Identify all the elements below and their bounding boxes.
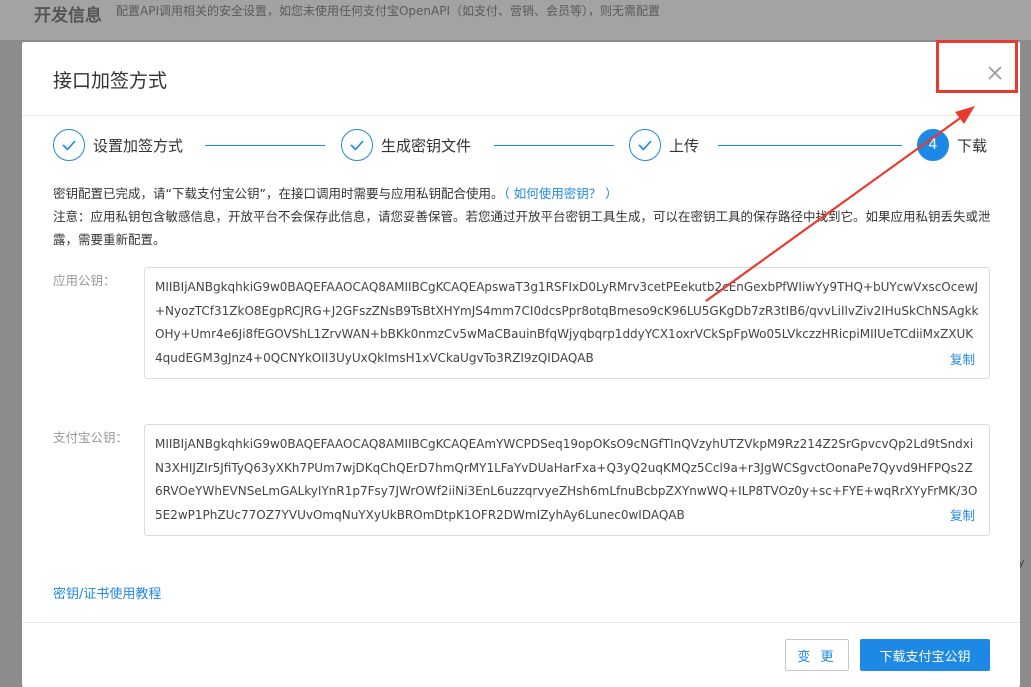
download-alipay-public-key-button[interactable]: 下载支付宝公钥: [860, 639, 990, 671]
check-circle-icon: [341, 129, 373, 161]
check-circle-icon: [53, 129, 85, 161]
step-3: 上传: [629, 129, 699, 161]
change-button[interactable]: 变 更: [785, 639, 849, 671]
check-circle-icon: [629, 129, 661, 161]
header-divider: [22, 115, 1020, 116]
copy-app-public-key-button[interactable]: 复制: [950, 349, 975, 368]
alipay-public-key-box[interactable]: MIIBIjANBgkqhkiG9w0BAQEFAAOCAQ8AMIIBCgKC…: [144, 424, 990, 536]
sign-method-modal: 接口加签方式 设置加签方式 生成密钥文件 上传 4 下载 密钥配置已完成，请“下…: [22, 40, 1020, 687]
step-label: 生成密钥文件: [381, 136, 472, 155]
step-label: 下载: [957, 136, 988, 155]
app-public-key-box[interactable]: MIIBIjANBgkqhkiG9w0BAQEFAAOCAQ8AMIIBCgKC…: [144, 267, 990, 379]
annotation-highlight-box: [936, 40, 1018, 93]
step-connector: [718, 145, 902, 146]
key-tutorial-link[interactable]: 密钥/证书使用教程: [53, 583, 161, 602]
background-title: 开发信息: [34, 6, 102, 26]
step-connector: [205, 145, 325, 146]
copy-alipay-public-key-button[interactable]: 复制: [950, 505, 975, 524]
info-line-2: 注意：应用私钥包含敏感信息，开放平台不会保存此信息，请您妥善保管。若您通过开放平…: [53, 209, 991, 247]
step-connector: [494, 145, 614, 146]
info-line-1: 密钥配置已完成，请“下载支付宝公钥”，在接口调用时需要与应用私钥配合使用。（ 如…: [53, 182, 993, 205]
how-to-use-key-link[interactable]: （ 如何使用密钥？ ）: [503, 186, 617, 201]
background-header: 开发信息 配置API调用相关的安全设置，如您未使用任何支付宝OpenAPI（如支…: [0, 0, 1031, 40]
app-public-key-label: 应用公钥：: [53, 273, 116, 288]
step-label: 上传: [669, 136, 700, 155]
step-number-badge: 4: [917, 129, 949, 161]
step-label: 设置加签方式: [93, 136, 184, 155]
step-1: 设置加签方式: [53, 129, 183, 161]
step-4: 4 下载: [917, 129, 987, 161]
info-text: 密钥配置已完成，请“下载支付宝公钥”，在接口调用时需要与应用私钥配合使用。（ 如…: [53, 182, 993, 251]
alipay-public-key-label: 支付宝公钥：: [53, 430, 129, 445]
step-2: 生成密钥文件: [341, 129, 471, 161]
info-line-1-text: 密钥配置已完成，请“下载支付宝公钥”，在接口调用时需要与应用私钥配合使用。: [53, 186, 504, 201]
background-description: 配置API调用相关的安全设置，如您未使用任何支付宝OpenAPI（如支付、营销、…: [116, 4, 661, 18]
modal-title: 接口加签方式: [53, 70, 168, 92]
footer-divider: [22, 622, 1020, 623]
